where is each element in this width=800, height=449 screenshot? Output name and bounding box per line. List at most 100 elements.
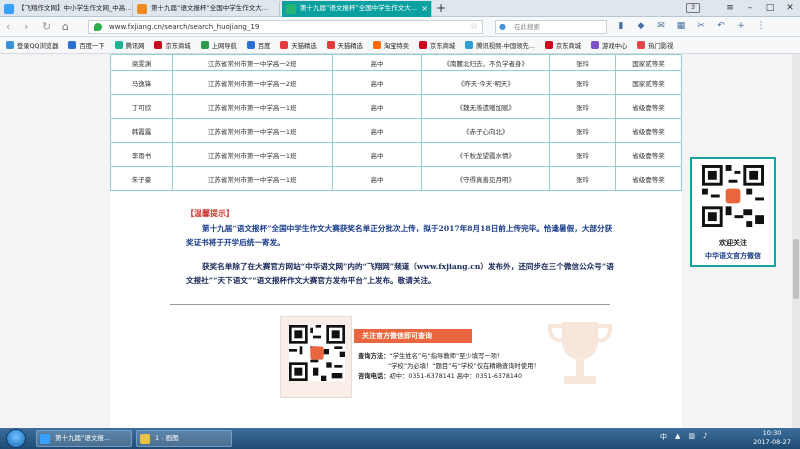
table-row: 李雨书 江苏省常州市第一中学高一1班 高中 《千秋龙望霞水情》 张玲 省级壹等奖	[110, 142, 682, 167]
cell-level: 高中	[331, 70, 423, 95]
method-line-2: “学校”为必填！“题目”与“学校”仅在精确查询时使用！	[388, 363, 540, 370]
cell-student-name: 朱子豪	[110, 166, 173, 191]
browser-tab-active[interactable]: 第十九届“语文报杯”全国中学生作文大... ×	[282, 1, 432, 17]
menu-icon[interactable]: ≡	[720, 0, 740, 16]
qr-code-icon	[289, 325, 345, 381]
tab-count-badge[interactable]: 3	[686, 3, 700, 13]
page-viewport: 梁雯渊 江苏省常州市第一中学高一2班 高中 《南麓北归去，不负学者身》 张玲 国家贰等奖马…	[0, 54, 792, 428]
search-input[interactable]: ● 在此搜索	[495, 20, 607, 34]
sidebar-wechat-qr[interactable]: 欢迎关注 中华语文官方微信	[690, 157, 776, 267]
more-icon[interactable]: ⋮	[754, 20, 768, 33]
cell-instructor: 张玲	[549, 118, 617, 143]
bookmark-item[interactable]: 腾讯网	[114, 41, 144, 50]
vertical-scrollbar[interactable]	[792, 54, 800, 428]
paint-app-icon	[140, 434, 150, 444]
cell-student-name: 梁雯渊	[110, 54, 173, 71]
tab-favicon-icon	[286, 4, 296, 14]
bookmark-favicon-icon	[544, 41, 553, 49]
wechat-qr-card	[280, 316, 352, 398]
volume-icon[interactable]: ♪	[703, 432, 707, 442]
sidebar-qr-label-1: 欢迎关注	[719, 239, 747, 247]
tab-favicon-icon	[137, 4, 147, 14]
bookmark-favicon-icon	[114, 41, 123, 49]
close-window-icon[interactable]: ✕	[780, 0, 800, 16]
scrollbar-thumb[interactable]	[793, 239, 799, 299]
refresh-icon[interactable]: ↻	[42, 19, 51, 34]
bookmark-item[interactable]: 百度	[246, 41, 270, 50]
bookmark-item[interactable]: 京东商城	[419, 41, 455, 50]
table-row: 丁可欣 江苏省常州市第一中学高一1班 高中 《魏无羡遗赠加赋》 张玲 省级壹等奖	[110, 94, 682, 119]
results-table: 梁雯渊 江苏省常州市第一中学高一2班 高中 《南麓北归去，不负学者身》 张玲 国家贰等奖马…	[110, 54, 682, 191]
cut-icon[interactable]: ✂	[694, 20, 708, 33]
browser-tab-strip: 【飞翔作文网】中小学生作文网_中高... 第十九届“语文报杯”全国中学生作文大.…	[0, 0, 800, 17]
windows-taskbar: 第十九届“语文报... 1 - 画图 中 ▲ ▥ ♪ 10:30 2017-08…	[0, 428, 800, 449]
extension-icon[interactable]: ◆	[634, 20, 648, 33]
cell-instructor: 张玲	[549, 70, 617, 95]
mail-icon[interactable]: ✉	[654, 20, 668, 33]
start-button[interactable]	[6, 429, 26, 448]
add-icon[interactable]: +	[734, 20, 748, 33]
close-tab-icon[interactable]: ×	[421, 1, 428, 16]
phone-icon[interactable]: ▮	[614, 20, 628, 33]
bookmark-label: 热门影视	[648, 42, 674, 50]
cell-award: 国家贰等奖	[615, 70, 682, 95]
browser-tab[interactable]: 【飞翔作文网】中小学生作文网_中高...	[0, 1, 133, 17]
bookmark-item[interactable]: 天猫精选	[280, 41, 317, 50]
phone-line: 初中：0351-6378141 高中：0351-6378140	[389, 373, 522, 380]
notice-paragraph-1: 第十九届“语文报杯”全国中学生作文大赛获奖名单正分批次上传，拟于2017年8月1…	[186, 224, 613, 247]
bookmark-item[interactable]: 热门影视	[637, 41, 673, 50]
qr-code-icon	[702, 165, 764, 227]
cell-award: 国家贰等奖	[615, 54, 682, 71]
cell-essay-title: 《千秋龙望霞水情》	[421, 142, 551, 167]
browser-app-icon	[40, 434, 50, 444]
bookmarks-bar: 登录QQ浏览器 百度一下 腾讯网 京东商城 上网导航 百度 天猫精选 天猫精选 淘宝特卖 京东商城…	[0, 37, 800, 54]
bookmark-item[interactable]: 上网导航	[200, 41, 237, 50]
bookmark-item[interactable]: 游戏中心	[591, 41, 627, 50]
cell-school-class: 江苏省常州市第一中学高一1班	[171, 142, 333, 167]
table-row: 韩霞露 江苏省常州市第一中学高一1班 高中 《赤子心向北》 张玲 省级壹等奖	[110, 118, 682, 143]
method-line-1: “学生姓名”与“指导教师”至少填写一项！	[389, 353, 504, 360]
new-tab-button[interactable]: +	[436, 0, 446, 16]
tab-label: 第十九届“语文报杯”全国中学生作文大...	[151, 4, 268, 12]
bookmark-label: 天猫精选	[337, 42, 363, 50]
back-icon[interactable]: ‹	[6, 19, 10, 34]
undo-icon[interactable]: ↶	[714, 20, 728, 33]
cell-essay-title: 《昨天·今天·明天》	[421, 70, 551, 95]
tab-label: 第十九届“语文报杯”全国中学生作文大...	[300, 4, 417, 12]
bookmark-star-icon[interactable]: ☆	[470, 21, 478, 33]
bookmark-item[interactable]: 京东商城	[154, 41, 191, 50]
bookmark-item[interactable]: 淘宝特卖	[372, 41, 409, 50]
browser-tab[interactable]: 第十九届“语文报杯”全国中学生作文大...	[133, 1, 280, 17]
home-icon[interactable]: ⌂	[62, 19, 69, 34]
phone-label: 咨询电话：	[358, 373, 390, 380]
language-icon[interactable]: 中	[660, 432, 667, 442]
bookmark-item[interactable]: 天猫精选	[326, 41, 363, 50]
table-row: 朱子豪 江苏省常州市第一中学高一1班 高中 《守得真善见月明》 张玲 省级壹等奖	[110, 166, 682, 191]
cell-student-name: 李雨书	[110, 142, 173, 167]
taskbar-item-paint[interactable]: 1 - 画图	[136, 430, 232, 447]
grid-apps-icon[interactable]: ▦	[674, 20, 688, 33]
bookmark-favicon-icon	[372, 41, 381, 49]
bookmark-favicon-icon	[200, 41, 209, 49]
bookmark-item[interactable]: 登录QQ浏览器	[6, 41, 58, 50]
forward-icon[interactable]: ›	[24, 19, 28, 34]
system-clock[interactable]: 10:30 2017-08-27	[750, 429, 794, 447]
tab-label: 【飞翔作文网】中小学生作文网_中高...	[18, 4, 132, 12]
taskbar-item-label: 第十九届“语文报...	[55, 434, 111, 442]
network-icon[interactable]: ▥	[688, 432, 695, 442]
bookmark-label: 游戏中心	[602, 42, 628, 50]
cell-award: 省级壹等奖	[615, 94, 682, 119]
bookmark-favicon-icon	[6, 41, 14, 49]
bookmark-favicon-icon	[154, 41, 163, 49]
bookmark-item[interactable]: 京东商城	[544, 41, 581, 50]
minimize-icon[interactable]: –	[740, 0, 760, 16]
maximize-icon[interactable]: □	[760, 0, 780, 16]
bookmark-label: 百度一下	[79, 42, 105, 50]
bookmark-item[interactable]: 腾讯视频-中国领先...	[465, 41, 535, 50]
taskbar-item-browser[interactable]: 第十九届“语文报...	[36, 430, 132, 447]
url-field[interactable]: www.fxjiang.cn/search/search_huojiang_19…	[88, 20, 483, 34]
cell-level: 高中	[331, 142, 423, 167]
bookmark-item[interactable]: 百度一下	[68, 41, 105, 50]
bookmark-favicon-icon	[465, 41, 474, 49]
tray-expand-icon[interactable]: ▲	[675, 432, 680, 442]
